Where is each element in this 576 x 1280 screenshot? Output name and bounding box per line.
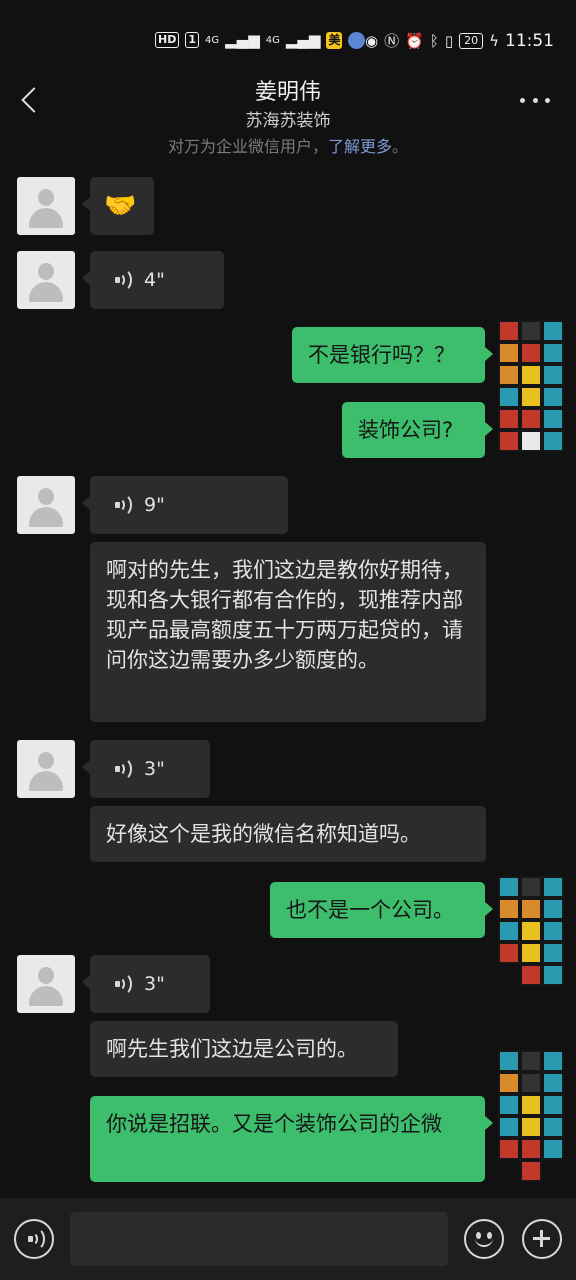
message-bubble-emoji[interactable]: 🤝 xyxy=(82,177,154,235)
message-text: 啊先生我们这边是公司的。 xyxy=(106,1037,358,1061)
sim1-indicator: 1 xyxy=(185,32,199,48)
message-text: 不是银行吗？？ xyxy=(308,343,455,367)
status-left: HD 1 4G ▂▄▆ 4G ▂▄▆ 美 xyxy=(155,31,366,49)
my-avatar[interactable] xyxy=(498,320,570,468)
message-text: 你说是招联。又是个装饰公司的企微 xyxy=(106,1112,442,1136)
hd-indicator: HD xyxy=(155,32,180,48)
learn-more-link[interactable]: 了解更多 xyxy=(328,137,392,156)
music-app-icon xyxy=(348,31,366,49)
voice-duration: 3" xyxy=(144,973,165,995)
outgoing-message[interactable]: 你说是招联。又是个装饰公司的企微 xyxy=(90,1096,493,1182)
emoji-icon[interactable] xyxy=(464,1219,504,1259)
network-indicator-2: 4G xyxy=(265,34,280,46)
more-icon[interactable] xyxy=(520,98,550,106)
voice-message[interactable]: 3" xyxy=(82,955,210,1013)
notice-suffix: 。 xyxy=(392,137,409,156)
voice-icon xyxy=(114,757,134,781)
plus-icon[interactable] xyxy=(522,1219,562,1259)
enterprise-notice: 对万为企业微信用户，了解更多。 xyxy=(0,133,576,157)
message-text: 好像这个是我的微信名称知道吗。 xyxy=(106,822,421,846)
chat-screen: HD 1 4G ▂▄▆ 4G ▂▄▆ 美 ◉ Ⓝ ⏰ ᛒ ▯ 20 ϟ 11:5… xyxy=(0,0,576,1280)
contact-avatar[interactable] xyxy=(17,955,75,1013)
voice-duration: 4" xyxy=(144,269,165,291)
status-right: ◉ Ⓝ ⏰ ᛒ ▯ 20 ϟ 11:51 xyxy=(365,31,554,51)
message-text: 啊对的先生，我们这边是教你好期待，现和各大银行都有合作的，现推荐内部现产品最高额… xyxy=(106,558,463,672)
voice-icon xyxy=(114,493,134,517)
clock: 11:51 xyxy=(505,31,554,51)
contact-name[interactable]: 姜明伟 xyxy=(0,74,576,106)
voice-icon xyxy=(27,1227,47,1251)
voice-message[interactable]: 9" xyxy=(82,476,288,534)
voice-message[interactable]: 4" xyxy=(82,251,224,309)
contact-avatar[interactable] xyxy=(17,476,75,534)
voice-icon xyxy=(114,972,134,996)
incoming-message[interactable]: 啊先生我们这边是公司的。 xyxy=(90,1021,398,1077)
outgoing-message[interactable]: 不是银行吗？？ xyxy=(292,327,493,383)
voice-input-button[interactable] xyxy=(14,1219,54,1259)
contact-company: 苏海苏装饰 xyxy=(245,111,331,131)
voice-duration: 3" xyxy=(144,758,165,780)
my-avatar[interactable] xyxy=(498,876,570,1004)
charging-icon: ϟ xyxy=(489,32,499,50)
incoming-message[interactable]: 好像这个是我的微信名称知道吗。 xyxy=(90,806,486,862)
outgoing-message[interactable]: 也不是一个公司。 xyxy=(270,882,493,938)
notice-text: 对万为企业微信用户， xyxy=(167,137,328,156)
contact-avatar[interactable] xyxy=(17,251,75,309)
input-bar xyxy=(0,1198,576,1280)
chat-header: 姜明伟 苏海苏装饰 对万为企业微信用户，了解更多。 xyxy=(0,62,576,167)
bluetooth-icon: ᛒ xyxy=(429,32,439,50)
voice-duration: 9" xyxy=(144,494,165,516)
signal-icon: ▂▄▆ xyxy=(225,31,260,49)
network-indicator-1: 4G xyxy=(205,34,220,46)
outgoing-message[interactable]: 装饰公司? xyxy=(342,402,493,458)
eye-icon: ◉ xyxy=(365,32,379,50)
alarm-icon: ⏰ xyxy=(405,32,424,50)
status-bar: HD 1 4G ▂▄▆ 4G ▂▄▆ 美 ◉ Ⓝ ⏰ ᛒ ▯ 20 ϟ 11:5… xyxy=(0,0,576,62)
incoming-message[interactable]: 啊对的先生，我们这边是教你好期待，现和各大银行都有合作的，现推荐内部现产品最高额… xyxy=(90,542,486,722)
signal-icon-2: ▂▄▆ xyxy=(285,31,321,49)
app-notification-icon: 美 xyxy=(326,31,343,49)
battery-icon: 20 xyxy=(459,33,484,49)
message-text: 装饰公司? xyxy=(358,418,454,442)
handshake-emoji: 🤝 xyxy=(104,191,137,221)
message-input[interactable] xyxy=(70,1212,448,1266)
voice-icon xyxy=(114,268,134,292)
vibrate-icon: ▯ xyxy=(444,32,454,50)
message-text: 也不是一个公司。 xyxy=(286,898,454,922)
contact-avatar[interactable] xyxy=(17,740,75,798)
voice-message[interactable]: 3" xyxy=(82,740,210,798)
contact-avatar[interactable] xyxy=(17,177,75,235)
nfc-icon: Ⓝ xyxy=(384,32,400,50)
my-avatar[interactable] xyxy=(498,1050,570,1198)
